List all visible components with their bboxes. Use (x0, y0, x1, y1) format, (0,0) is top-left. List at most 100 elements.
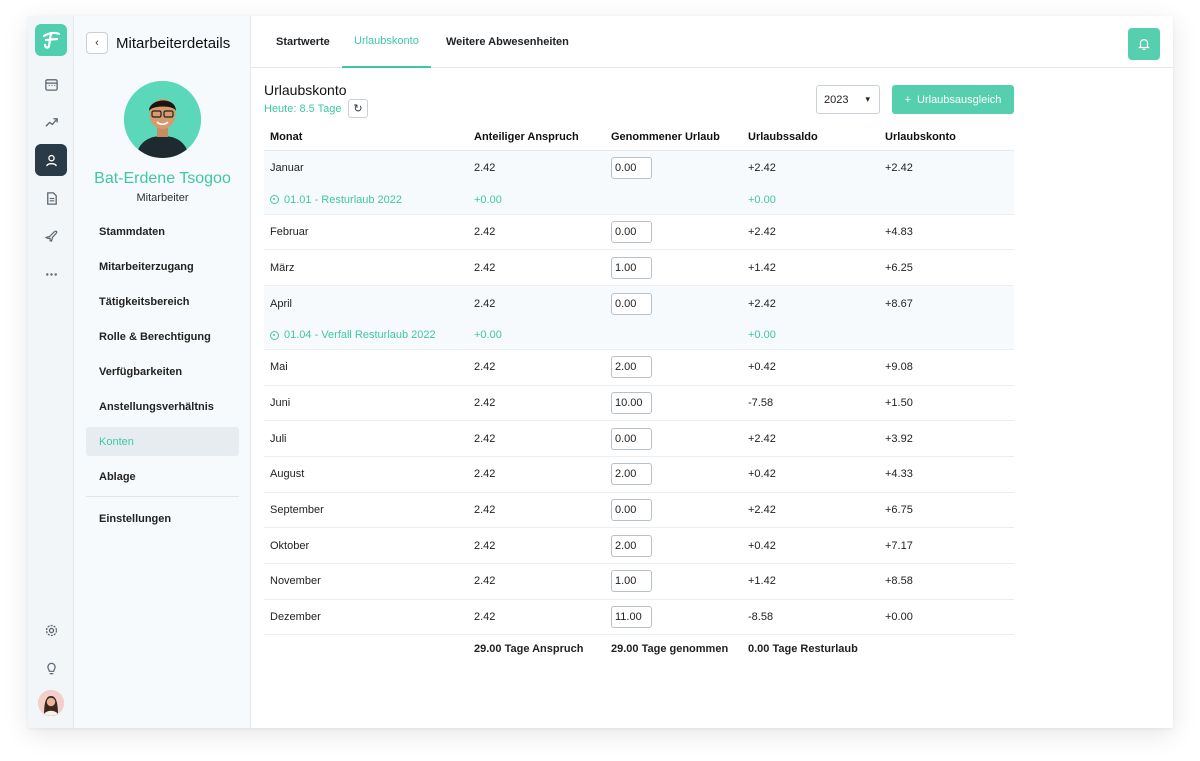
table-header-row: Monat Anteiliger Anspruch Genommener Url… (264, 124, 1014, 151)
cell-month: Februar (264, 214, 468, 251)
urlaubsausgleich-label: Urlaubsausgleich (917, 93, 1002, 106)
cell-saldo: +2.42 (742, 492, 879, 529)
year-select[interactable]: 2023 ▾ (816, 85, 880, 114)
cell-saldo: +1.42 (742, 563, 879, 600)
today-balance: Heute: 8.5 Tage (264, 103, 342, 115)
calendar-icon[interactable] (35, 68, 67, 100)
cell-taken: 2.00 (605, 527, 742, 564)
cell-saldo: +0.42 (742, 527, 879, 564)
tab-startwerte[interactable]: Startwerte (276, 16, 330, 68)
cell-konto: +9.08 (879, 349, 1014, 386)
trend-icon[interactable] (35, 106, 67, 138)
taken-input[interactable]: 0.00 (611, 220, 652, 243)
lightbulb-icon[interactable] (35, 652, 67, 684)
cell-saldo: +2.42 (742, 420, 879, 457)
cell-entitlement: 2.42 (468, 420, 605, 457)
cell-month: Oktober (264, 527, 468, 564)
employee-avatar (124, 81, 201, 158)
main-content: Startwerte Urlaubskonto Weitere Abwesenh… (251, 16, 1173, 728)
cell-entitlement: 2.42 (468, 599, 605, 636)
column-header-konto: Urlaubskonto (879, 124, 1014, 151)
taken-input[interactable]: 11.00 (611, 606, 652, 629)
nav-item-rolle-berechtigung[interactable]: Rolle & Berechtigung (86, 322, 239, 351)
sub-cell-entitlement: +0.00 (468, 186, 605, 215)
target-icon (270, 195, 279, 205)
settings-icon[interactable] (35, 614, 67, 646)
cell-month: April (264, 285, 468, 322)
tab-weitere-abwesenheiten[interactable]: Weitere Abwesenheiten (446, 16, 569, 68)
plane-icon[interactable] (35, 220, 67, 252)
tab-urlaubskonto[interactable]: Urlaubskonto (342, 16, 431, 68)
cell-taken: 10.00 (605, 385, 742, 422)
nav-item-taetigkeitsbereich[interactable]: Tätigkeitsbereich (86, 287, 239, 316)
cell-entitlement: 2.42 (468, 385, 605, 422)
cell-entitlement: 2.42 (468, 563, 605, 600)
taken-input[interactable]: 0.00 (611, 427, 652, 450)
taken-input[interactable]: 1.00 (611, 570, 652, 593)
sub-row: 01.04 - Verfall Resturlaub 2022 +0.00 +0.0… (264, 321, 1014, 350)
cell-saldo: +2.42 (742, 214, 879, 251)
target-icon (270, 330, 279, 340)
cell-saldo: +2.42 (742, 285, 879, 322)
sub-cell-taken (605, 321, 742, 350)
table-row: November 2.42 1.00 +1.42 +8.58 (264, 563, 1014, 600)
nav-item-anstellungsverhaeltnis[interactable]: Anstellungsverhältnis (86, 392, 239, 421)
cell-saldo: +0.42 (742, 456, 879, 493)
chevron-left-icon: ‹ (95, 37, 99, 49)
table-row: Februar 2.42 0.00 +2.42 +4.83 (264, 214, 1014, 251)
nav-item-einstellungen[interactable]: Einstellungen (86, 504, 239, 533)
cell-konto: +2.42 (879, 150, 1014, 186)
sub-cell-taken (605, 186, 742, 215)
cell-taken: 2.00 (605, 456, 742, 493)
nav-item-ablage[interactable]: Ablage (86, 462, 239, 491)
cell-konto: +8.58 (879, 563, 1014, 600)
nav-item-konten[interactable]: Konten (86, 427, 239, 456)
cell-entitlement: 2.42 (468, 456, 605, 493)
taken-input[interactable]: 2.00 (611, 534, 652, 557)
app-logo[interactable] (35, 24, 67, 56)
table-row: Januar 2.42 0.00 +2.42 +2.42 (264, 150, 1014, 186)
taken-input[interactable]: 0.00 (611, 157, 652, 180)
totals-saldo: 0.00 Tage Resturlaub (748, 643, 858, 656)
employee-panel: ‹ Mitarbeiterdetails Bat-Erdene Tsogoo M… (74, 16, 251, 728)
sub-cell-label: 01.04 - Verfall Resturlaub 2022 (264, 321, 468, 350)
app-window: ‹ Mitarbeiterdetails Bat-Erdene Tsogoo M… (28, 16, 1173, 728)
notifications-button[interactable] (1128, 28, 1160, 60)
totals-row: 29.00 Tage Anspruch 29.00 Tage genommen 0.… (264, 635, 1014, 663)
nav-item-verfuegbarkeiten[interactable]: Verfügbarkeiten (86, 357, 239, 386)
taken-input[interactable]: 1.00 (611, 256, 652, 279)
column-header-genommen: Genommener Urlaub (605, 124, 742, 151)
user-icon[interactable] (35, 144, 67, 176)
taken-input[interactable]: 2.00 (611, 463, 652, 486)
vacation-table: Monat Anteiliger Anspruch Genommener Url… (264, 124, 1014, 663)
sub-cell-entitlement: +0.00 (468, 321, 605, 350)
urlaubsausgleich-button[interactable]: + Urlaubsausgleich (892, 85, 1014, 114)
taken-input[interactable]: 10.00 (611, 391, 652, 414)
back-button[interactable]: ‹ (86, 32, 108, 54)
column-header-monat: Monat (264, 124, 468, 151)
cell-entitlement: 2.42 (468, 527, 605, 564)
chevron-down-icon: ▾ (865, 94, 870, 104)
cell-taken: 0.00 (605, 285, 742, 322)
taken-input[interactable]: 0.00 (611, 498, 652, 521)
cell-entitlement: 2.42 (468, 349, 605, 386)
nav-item-stammdaten[interactable]: Stammdaten (86, 217, 239, 246)
nav-divider (86, 496, 239, 497)
section-title: Urlaubskonto (264, 82, 347, 98)
sub-row: 01.01 - Resturlaub 2022 +0.00 +0.00 (264, 186, 1014, 215)
current-user-avatar[interactable] (38, 690, 64, 716)
plus-icon: + (904, 93, 912, 106)
document-icon[interactable] (35, 182, 67, 214)
table-row: September 2.42 0.00 +2.42 +6.75 (264, 492, 1014, 529)
taken-input[interactable]: 0.00 (611, 292, 652, 315)
column-header-anspruch: Anteiliger Anspruch (468, 124, 605, 151)
nav-item-mitarbeiterzugang[interactable]: Mitarbeiterzugang (86, 252, 239, 281)
sub-label-text: 01.01 - Resturlaub 2022 (284, 193, 403, 206)
more-icon[interactable] (35, 258, 67, 290)
column-header-saldo: Urlaubssaldo (742, 124, 879, 151)
taken-input[interactable]: 2.00 (611, 356, 652, 379)
table-row: Juni 2.42 10.00 -7.58 +1.50 (264, 385, 1014, 422)
refresh-button[interactable]: ↻ (348, 99, 368, 118)
bell-icon (1138, 39, 1150, 51)
cell-saldo: +1.42 (742, 249, 879, 286)
